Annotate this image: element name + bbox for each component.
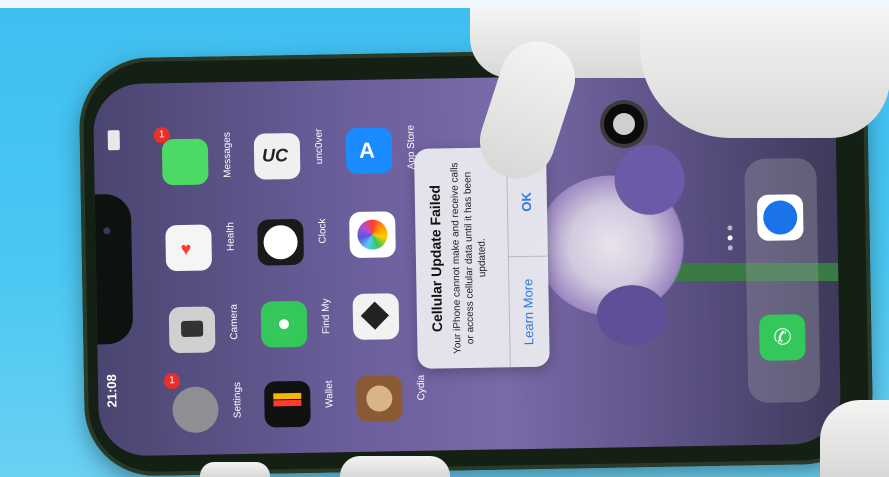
photos-petals <box>357 219 388 250</box>
clock-face <box>263 224 298 260</box>
app-label-unc0ver: unc0ver <box>313 128 326 165</box>
app-label-settings: Settings <box>232 381 244 419</box>
find-my-icon[interactable] <box>260 300 308 348</box>
app-store-glyph: A <box>358 137 376 163</box>
glove-bottom-right <box>820 400 889 477</box>
learn-more-button[interactable]: Learn More <box>508 257 550 368</box>
alert-content: Cellular Update Failed Your iPhone canno… <box>414 147 550 369</box>
wallet-icon[interactable] <box>264 380 311 428</box>
compass-dial <box>762 200 798 235</box>
phone-glyph: ✆ <box>773 324 792 350</box>
app-label-health: Health <box>225 222 237 252</box>
alert-message: Your iPhone cannot make and receive call… <box>449 162 489 354</box>
settings-gear-icon[interactable] <box>172 386 219 434</box>
cydia-box <box>366 385 393 412</box>
diamond-glyph <box>360 301 390 330</box>
phone-icon[interactable]: ✆ <box>758 314 806 361</box>
app-store-icon[interactable]: A <box>345 127 393 175</box>
status-time: 21:08 <box>103 374 120 408</box>
notch <box>92 193 134 345</box>
clock-icon[interactable] <box>257 218 304 266</box>
page-dot <box>727 245 733 251</box>
diamond-icon[interactable] <box>352 293 400 340</box>
app-label-messages: Messages <box>221 132 234 178</box>
app-label-find-my: Find My <box>320 298 333 335</box>
heart-glyph: ♥ <box>180 238 192 259</box>
page-indicator <box>727 225 733 255</box>
page-dot-active <box>727 235 733 241</box>
cydia-icon[interactable] <box>355 375 403 422</box>
page-dot <box>727 225 733 231</box>
glove-right <box>640 8 889 138</box>
glove-bottom <box>340 456 450 477</box>
alert-title: Cellular Update Failed <box>426 184 446 333</box>
app-label-camera: Camera <box>228 303 241 340</box>
camera-body <box>180 320 204 337</box>
find-my-ring <box>273 314 295 335</box>
dock: ✆ <box>744 157 821 404</box>
glove-bottom-left <box>200 462 270 477</box>
messages-icon[interactable] <box>161 138 209 186</box>
wallet-card <box>273 392 302 400</box>
wallpaper-petal <box>613 144 686 216</box>
app-label-wallet: Wallet <box>324 380 336 408</box>
uc-icon[interactable]: UC <box>253 132 301 180</box>
camera-icon[interactable] <box>168 306 216 354</box>
front-camera <box>103 227 111 235</box>
app-label-clock: Clock <box>317 218 329 244</box>
wallet-card <box>273 399 302 407</box>
camera-lens <box>613 113 635 135</box>
uc-glyph: UC <box>261 145 289 166</box>
health-heart-icon[interactable]: ♥ <box>165 224 213 272</box>
wallpaper-petal <box>596 284 668 346</box>
cellular-update-alert: Cellular Update Failed Your iPhone canno… <box>413 146 550 369</box>
app-label-cydia: Cydia <box>415 374 428 401</box>
settings-badge: 1 <box>163 373 181 390</box>
photos-icon[interactable] <box>349 211 396 259</box>
top-edge <box>0 0 889 8</box>
safari-compass-icon[interactable] <box>756 194 804 241</box>
battery-icon <box>107 130 120 151</box>
